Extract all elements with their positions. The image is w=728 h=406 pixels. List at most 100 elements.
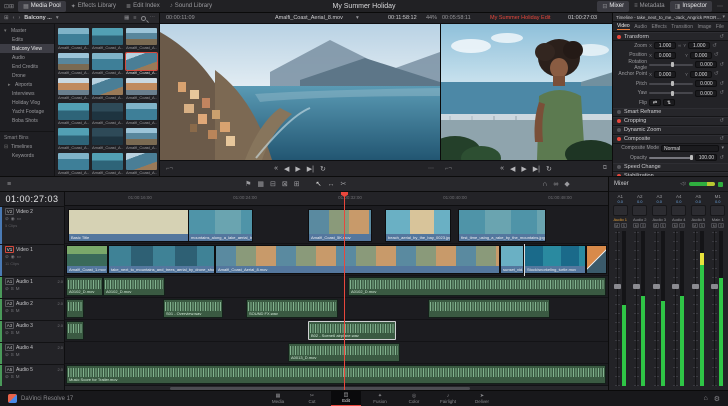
step-forward-icon[interactable]: ▶| [533,165,540,173]
lock-icon[interactable]: ⊘ [5,254,9,260]
yaw-field[interactable]: 0.000 [695,89,718,97]
audio-clip[interactable]: A0102_D.mov [66,277,103,296]
jog-icon[interactable]: ⌐¬ [445,166,452,172]
pan-value[interactable]: 0.0 [637,199,643,204]
mixer-strip-main1[interactable]: M1 0.0 Main 1 MS [709,194,728,386]
marker-icon[interactable]: ◆ [561,180,572,188]
solo-button[interactable]: S [11,330,14,336]
effects-library-button[interactable]: ✦ Effects Library [66,1,121,12]
lock-icon[interactable]: ⊘ [5,216,9,222]
enable-dot-icon[interactable] [617,119,621,123]
loop-icon[interactable]: ↻ [546,165,552,173]
timeline-options-icon[interactable]: ≡ [4,181,14,188]
mute-button[interactable]: M [16,308,20,314]
track-destination-v1[interactable]: V1 [5,246,14,253]
sound-library-button[interactable]: ♪ Sound Library [165,1,217,12]
page-deliver[interactable]: ➤ Deliver [467,391,497,406]
jog-icon[interactable]: ⌐¬ [166,166,173,172]
media-clip-thumbnail[interactable]: Amalfi_Coast_A... [92,128,123,150]
tab-file[interactable]: File [716,24,724,30]
fader[interactable] [652,231,660,386]
mute-button[interactable]: M [16,352,20,358]
flip-vertical-button[interactable]: ⇅ [663,99,675,107]
pan-knob[interactable] [710,205,726,216]
audio-clip[interactable]: A0102_D.mov [348,277,606,296]
track-header-v1[interactable]: V1 Video 1 ⊘ ◉ ▭ 11 Clips [0,244,65,276]
smart-bin-keywords[interactable]: Keywords [0,151,54,160]
audio-clip[interactable]: S01 - Overview.wav [163,299,223,318]
enable-dot-icon[interactable] [617,137,621,141]
mute-button[interactable]: M [16,286,20,292]
enable-dot-icon[interactable] [617,128,621,132]
audio-clip[interactable] [66,299,84,318]
solo-button[interactable]: S [659,223,666,228]
bin-balcony-view[interactable]: Balcony View [0,44,54,53]
track-id[interactable]: A2 [5,300,14,307]
media-pool-button[interactable]: ▦ Media Pool [18,0,66,12]
pan-knob[interactable] [671,205,687,216]
expand-caret-icon[interactable]: ▸ [8,82,13,88]
monitor-icon[interactable]: ▭ [17,216,21,222]
media-clip-thumbnail[interactable]: Amalfi_Coast_A... [126,103,157,125]
goto-in-icon[interactable]: « [274,165,278,172]
timeline-timecode[interactable]: 01:00:27:03 [0,192,64,206]
position-x-field[interactable]: 0.000 [654,51,677,59]
mute-button[interactable]: M [672,223,679,228]
mute-button[interactable]: M [16,374,20,380]
bin-yacht-footage[interactable]: Yacht Footage [0,107,54,116]
composite-section-header[interactable]: Composite ↺ [613,134,728,144]
timeline-clip[interactable]: mountains_along_a_lake_aerial_by_drone.j… [188,209,253,242]
track-id[interactable]: A5 [5,366,14,373]
selection-mode-icon[interactable]: ↖ [313,180,325,188]
track-id[interactable]: A1 [5,278,14,285]
edit-index-button[interactable]: ≣ Edit Index [121,1,165,12]
insert-clip-icon[interactable]: ▦ [254,180,267,188]
tab-transition[interactable]: Transition [671,24,693,30]
media-clip-thumbnail-selected[interactable]: Amalfi_Coast_A... [125,52,158,75]
overwrite-clip-icon[interactable]: ⊟ [267,180,279,188]
enable-dot-icon[interactable] [617,110,621,114]
mixer-strip-a2[interactable]: A2 0.0 Audio 2 MS [631,194,650,386]
reset-icon[interactable]: ↺ [719,34,724,40]
timeline-clip[interactable]: Amalfi_Coast_1.mov [66,245,108,274]
audio-clip[interactable] [428,299,550,318]
timeline-ruler[interactable]: 01:00:16:00 01:00:24:00 01:00:32:00 01:0… [65,192,608,206]
solo-button[interactable]: S [11,308,14,314]
lock-icon[interactable]: ⊘ [5,330,9,336]
page-fusion[interactable]: ✦ Fusion [365,391,395,406]
match-frame-icon[interactable]: ⧉ [603,165,607,172]
flag-icon[interactable]: ⚑ [242,180,254,188]
razor-icon[interactable]: ✂ [338,180,350,188]
page-color[interactable]: ◎ Color [399,391,429,406]
audio-clip-selected[interactable]: B02 - Scene6 airplane.wav [308,321,396,340]
bin-dropdown[interactable]: Balcony ... [24,15,52,21]
playhead[interactable] [344,192,345,390]
mute-button[interactable]: M [613,223,620,228]
cropping-section-header[interactable]: Cropping ↺ [613,116,728,126]
timeline-clip[interactable]: first_time_using_a_rake_by_the_mountains… [458,209,546,242]
position-y-field[interactable]: 0.000 [690,51,713,59]
page-fairlight[interactable]: ♪ Fairlight [433,391,463,406]
bin-boba-shots[interactable]: Boba Shots [0,116,54,125]
solo-button[interactable]: S [679,223,686,228]
media-clip-thumbnail[interactable]: Amalfi_Coast_A... [126,153,157,175]
snapping-icon[interactable]: ∩ [539,181,550,188]
lock-icon[interactable]: ⊘ [5,308,9,314]
enable-video-icon[interactable]: ◉ [11,254,15,260]
page-media[interactable]: ▦ Media [263,391,293,406]
source-options-icon[interactable]: ⋯ [428,165,434,172]
flip-horizontal-button[interactable]: ⇄ [649,99,661,107]
tab-audio[interactable]: Audio [634,24,647,30]
resolve-logo-icon[interactable] [8,394,17,403]
project-manager-icon[interactable]: ⌂ [703,395,707,402]
timeline-clip[interactable]: sunset_vid.mov [500,245,524,274]
mute-button[interactable]: M [652,223,659,228]
bin-edits[interactable]: Edits [0,35,54,44]
track-header-v2[interactable]: V2 Video 2 ⊘ ◉ ▭ 5 Clips [0,206,65,244]
bin-audio[interactable]: Audio [0,53,54,62]
bin-nav-back-icon[interactable]: ‹ [13,15,15,21]
mixer-strip-a4[interactable]: A4 0.0 Audio 4 MS [670,194,689,386]
pan-value[interactable]: 0.0 [715,199,721,204]
step-back-icon[interactable]: ◀ [510,165,515,173]
reset-icon[interactable]: ↺ [719,155,724,161]
